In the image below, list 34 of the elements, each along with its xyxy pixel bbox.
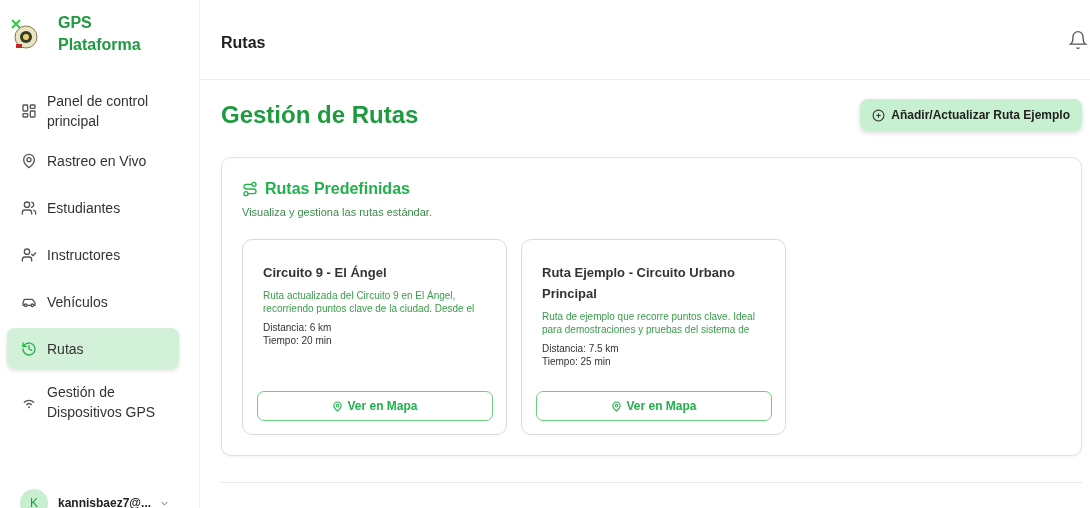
sidebar-item[interactable]: Estudiantes [7,187,179,228]
dashboard-icon [21,103,37,119]
users-icon [21,199,37,216]
logo-icon [10,18,40,52]
route-time: Tiempo: 20 min [263,334,333,347]
route-distance: Distancia: 7.5 km [542,342,620,355]
location-pin-icon [611,400,623,412]
route-time: Tiempo: 25 min [542,355,612,368]
sidebar-item[interactable]: Rutas [7,328,179,369]
bell-icon[interactable] [1068,29,1088,50]
route-icon [242,181,258,197]
sidebar-item[interactable]: Instructores [7,234,179,275]
location-pin-icon [332,400,344,412]
history-icon [21,340,37,357]
panel-subtitle: Visualiza y gestiona las rutas estándar. [242,206,433,218]
route-description: Ruta de ejemplo que recorre puntos clave. Ideal para demostraciones y pruebas del sistema de [542,310,756,336]
route-name: Circuito 9 - El Ángel [263,264,388,282]
sidebar-item[interactable]: Panel de control principal [7,88,179,134]
route-name: Ruta Ejemplo - Circuito Urbano Principal [542,264,736,303]
route-description: Ruta actualizada del Circuito 9 en El Ángel, recorriendo puntos clave de la ciudad. Desde el [263,289,476,315]
panel-title: Rutas Predefinidas [265,180,410,198]
location-pin-icon [21,152,37,169]
route-distance: Distancia: 6 km [263,321,333,334]
user-avatar: K [20,489,48,508]
page-header-title: Rutas [221,33,266,52]
sidebar-item[interactable]: Gestión de Dispositivos GPS [7,379,179,425]
user-email: kannisbaez7@... [58,496,152,508]
sidebar-item[interactable]: Vehículos [7,281,179,322]
brand-name: GPS Plataforma [58,13,142,55]
page-title: Gestión de Rutas [221,101,419,129]
sidebar-item[interactable]: Rastreo en Vivo [7,140,179,181]
plus-circle-icon [872,108,886,122]
add-route-button[interactable]: Añadir/Actualizar Ruta Ejemplo [860,99,1082,131]
user-check-icon [21,246,37,263]
